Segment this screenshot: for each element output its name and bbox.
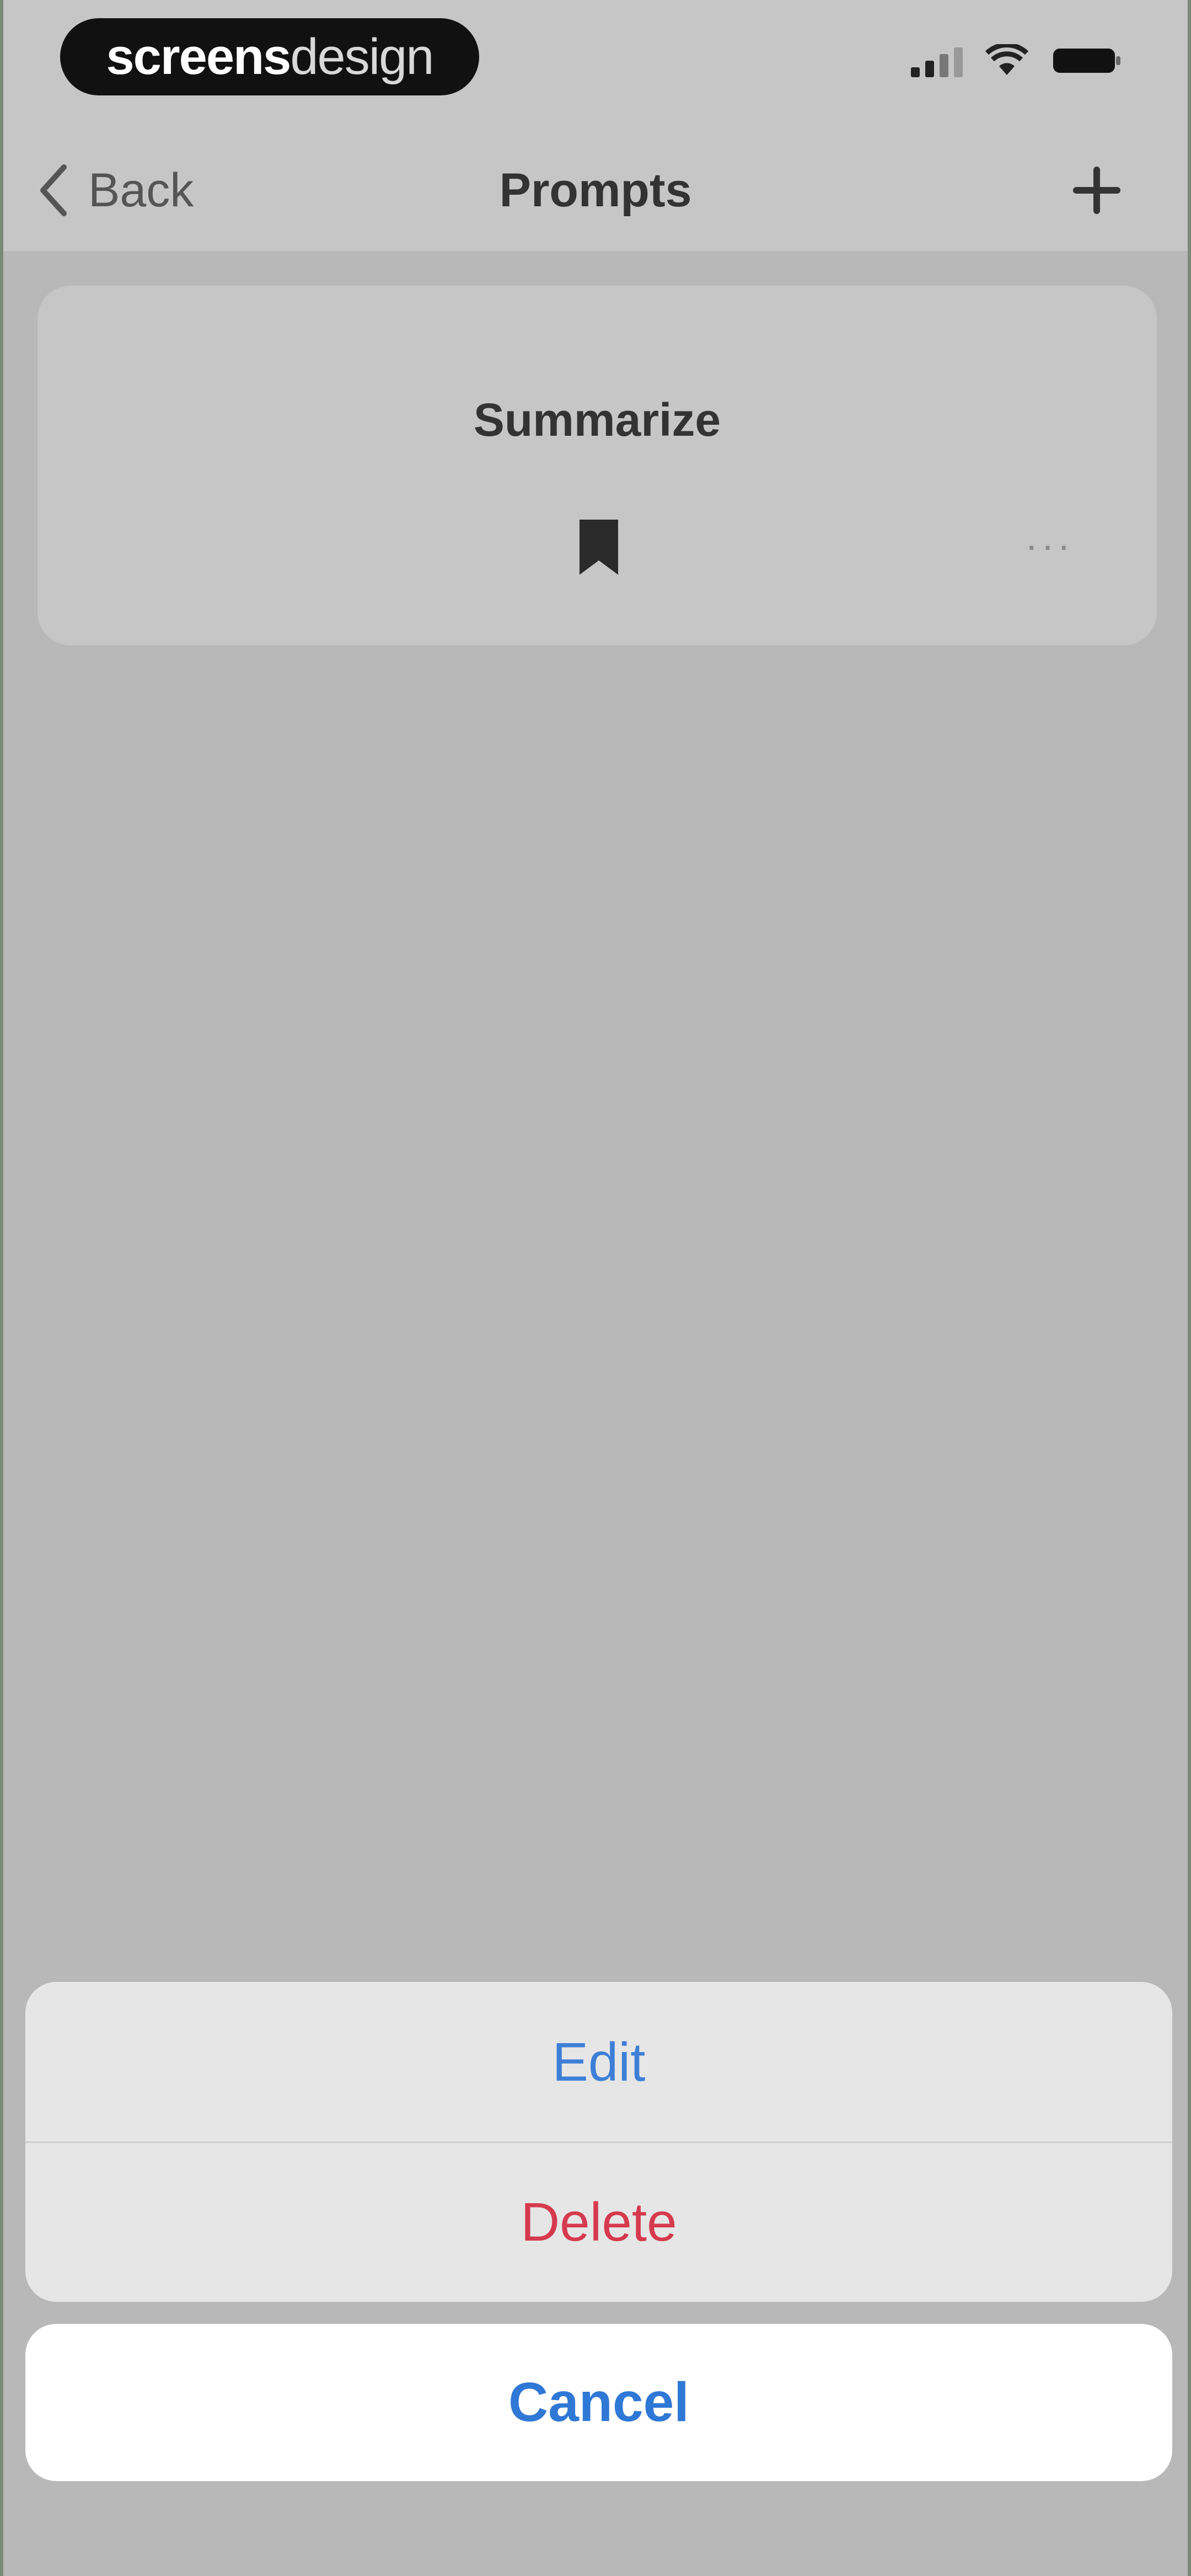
cancel-button[interactable]: Cancel	[25, 2324, 1172, 2481]
screensdesign-logo: screens design	[60, 18, 479, 95]
prompt-card[interactable]: Summarize ···	[37, 286, 1157, 645]
plus-icon	[1073, 167, 1120, 214]
wifi-icon	[985, 44, 1029, 77]
logo-bold-text: screens	[106, 28, 292, 85]
add-prompt-button[interactable]	[1066, 160, 1127, 221]
cellular-signal-icon	[911, 44, 963, 77]
logo-light-text: design	[290, 28, 434, 85]
page-title: Prompts	[499, 164, 692, 217]
status-bar-icons	[911, 44, 1123, 77]
battery-icon	[1051, 45, 1123, 76]
delete-button[interactable]: Delete	[25, 2142, 1172, 2302]
action-sheet: Edit Delete	[25, 1982, 1172, 2302]
edit-button[interactable]: Edit	[25, 1982, 1172, 2142]
ellipsis-icon[interactable]: ···	[1019, 526, 1080, 564]
top-bar: screens design Back Prompts	[3, 0, 1188, 251]
bookmark-icon[interactable]	[574, 517, 624, 578]
prompt-title: Summarize	[473, 394, 721, 446]
navigation-bar: Back Prompts	[3, 149, 1188, 237]
phone-screen: screens design Back Prompts Summarize ··…	[3, 0, 1188, 2576]
